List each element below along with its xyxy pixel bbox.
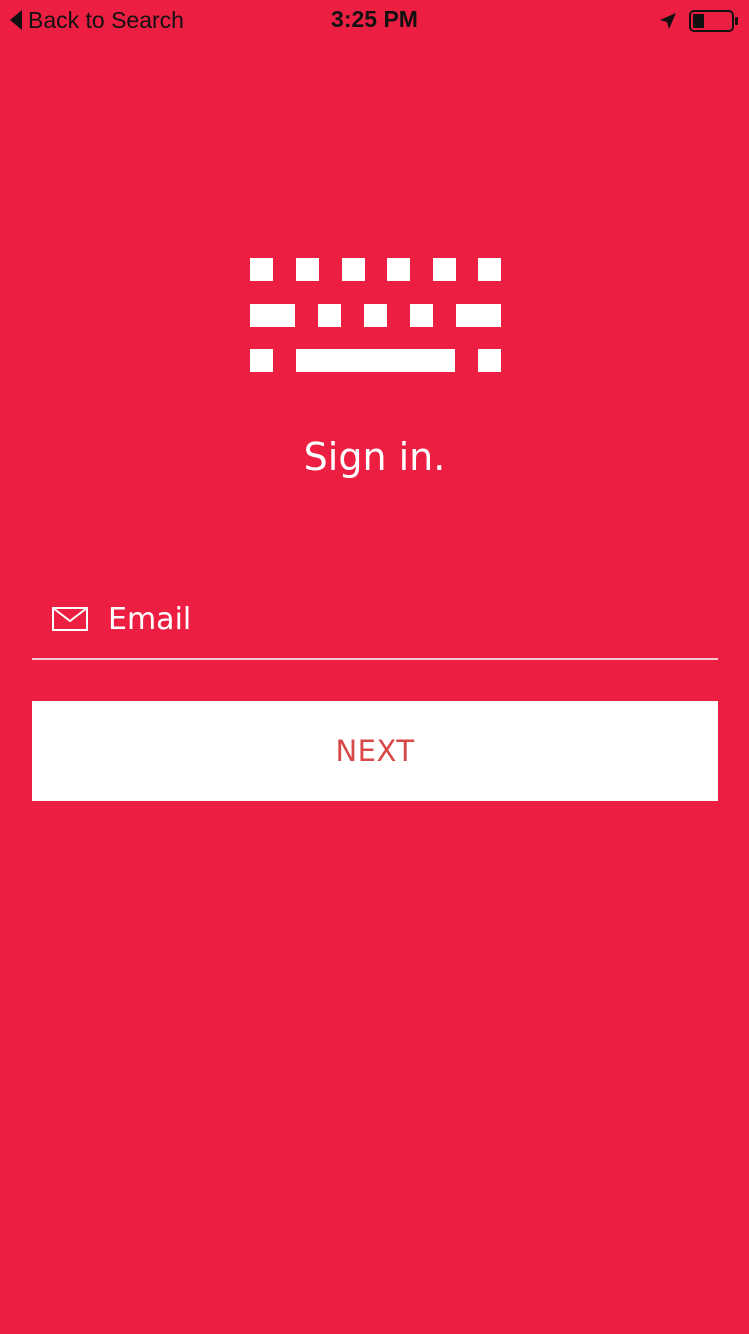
status-bar: Back to Search 3:25 PM (0, 0, 749, 40)
email-field[interactable] (32, 580, 718, 660)
location-arrow-icon (659, 12, 677, 30)
next-button[interactable]: NEXT (32, 701, 718, 801)
keyboard-icon (250, 258, 501, 372)
mail-icon (52, 607, 88, 631)
battery-icon (689, 10, 738, 32)
status-time: 3:25 PM (331, 6, 418, 32)
status-indicators (659, 8, 739, 34)
page-title: Sign in. (303, 435, 446, 479)
email-input[interactable] (108, 589, 718, 649)
